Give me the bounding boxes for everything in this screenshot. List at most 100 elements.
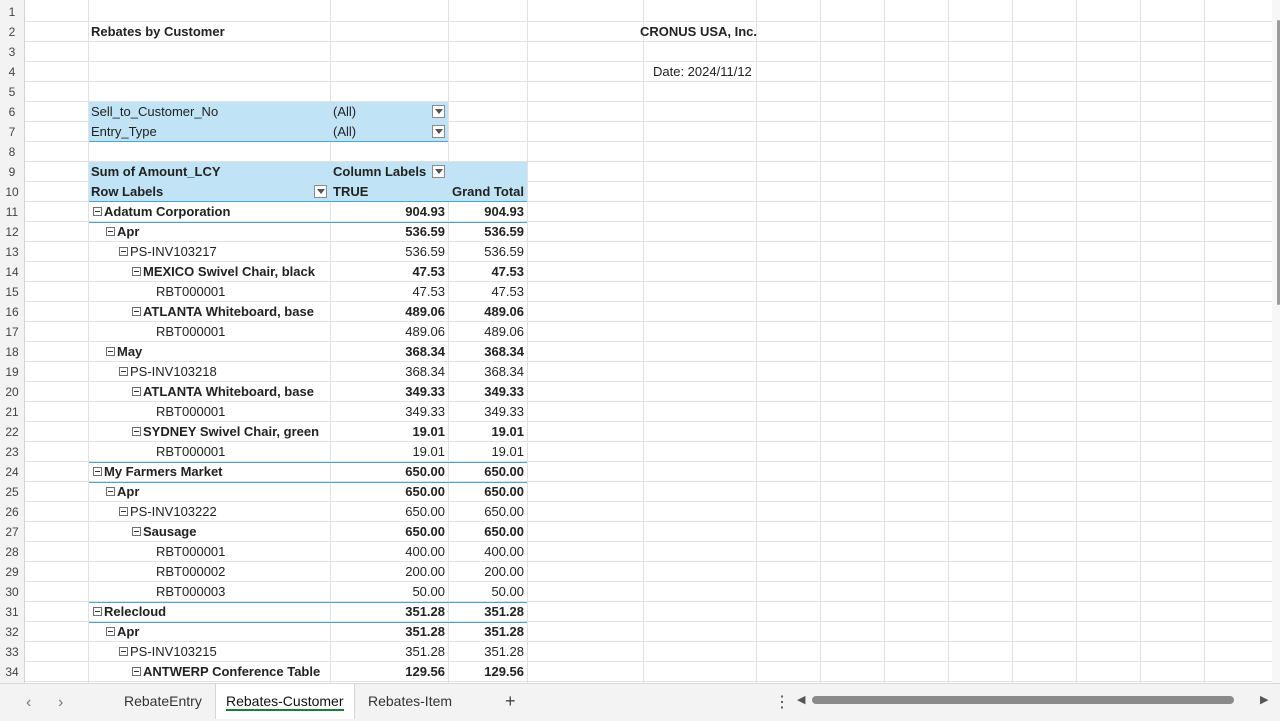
row-number[interactable]: 24	[0, 462, 24, 482]
collapse-icon[interactable]	[132, 527, 141, 537]
row-number[interactable]: 34	[0, 662, 24, 682]
column-header-true[interactable]: TRUE	[333, 182, 368, 202]
pivot-row-label[interactable]: Apr	[106, 222, 139, 242]
column-labels[interactable]: Column Labels	[333, 162, 426, 182]
spreadsheet-grid[interactable]: 1 2 3 4 5 6 7 8 9 10 11 12 13 14 15 16 17 18 19 20 21 22 23 24 2…	[0, 0, 1272, 683]
scroll-left-icon[interactable]: ◀	[797, 693, 805, 706]
pivot-row-label[interactable]: SYDNEY Swivel Chair, green	[132, 422, 319, 442]
pivot-value-grand-total[interactable]: 351.28	[449, 622, 524, 642]
pivot-row-label[interactable]: My Farmers Market	[93, 462, 223, 482]
pivot-value-true[interactable]: 400.00	[331, 542, 445, 562]
pivot-row-label[interactable]: RBT000001	[156, 402, 225, 422]
row-number[interactable]: 10	[0, 182, 24, 202]
row-number[interactable]: 31	[0, 602, 24, 622]
pivot-value-grand-total[interactable]: 349.33	[449, 382, 524, 402]
more-options-icon[interactable]: ⋮	[774, 692, 790, 712]
pivot-value-grand-total[interactable]: 904.93	[449, 202, 524, 222]
company-name[interactable]: CRONUS USA, Inc.	[640, 22, 757, 42]
pivot-value-true[interactable]: 650.00	[331, 522, 445, 542]
row-number[interactable]: 26	[0, 502, 24, 522]
pivot-row-label[interactable]: PS-INV103218	[119, 362, 217, 382]
pivot-row-label[interactable]: MEXICO Swivel Chair, black	[132, 262, 315, 282]
pivot-value-true[interactable]: 904.93	[331, 202, 445, 222]
horizontal-scroll-thumb[interactable]	[812, 696, 1234, 704]
filter-field-entry-type[interactable]: Entry_Type	[91, 122, 157, 142]
collapse-icon[interactable]	[132, 307, 141, 317]
pivot-row-label[interactable]: Apr	[106, 622, 139, 642]
pivot-value-grand-total[interactable]: 19.01	[449, 442, 524, 462]
pivot-row-label[interactable]: RBT000001	[156, 542, 225, 562]
pivot-value-true[interactable]: 47.53	[331, 282, 445, 302]
pivot-value-grand-total[interactable]: 650.00	[449, 522, 524, 542]
row-number[interactable]: 32	[0, 622, 24, 642]
pivot-value-grand-total[interactable]: 349.33	[449, 402, 524, 422]
filter-dropdown-entry-type[interactable]	[432, 125, 445, 138]
row-number[interactable]: 14	[0, 262, 24, 282]
pivot-value-true[interactable]: 50.00	[331, 582, 445, 602]
row-number[interactable]: 17	[0, 322, 24, 342]
pivot-value-grand-total[interactable]: 47.53	[449, 262, 524, 282]
pivot-value-true[interactable]: 349.33	[331, 402, 445, 422]
pivot-value-true[interactable]: 536.59	[331, 222, 445, 242]
pivot-row-label[interactable]: May	[106, 342, 142, 362]
pivot-value-grand-total[interactable]: 47.53	[449, 282, 524, 302]
collapse-icon[interactable]	[132, 427, 141, 437]
row-number[interactable]: 4	[0, 62, 24, 82]
pivot-value-true[interactable]: 200.00	[331, 562, 445, 582]
pivot-value-grand-total[interactable]: 536.59	[449, 242, 524, 262]
row-number[interactable]: 5	[0, 82, 24, 102]
pivot-value-true[interactable]: 351.28	[331, 622, 445, 642]
scroll-right-icon[interactable]: ▶	[1260, 693, 1268, 706]
row-number[interactable]: 15	[0, 282, 24, 302]
row-number[interactable]: 25	[0, 482, 24, 502]
collapse-icon[interactable]	[106, 487, 115, 497]
collapse-icon[interactable]	[132, 667, 141, 677]
collapse-icon[interactable]	[119, 247, 128, 257]
row-number[interactable]: 12	[0, 222, 24, 242]
pivot-row-label[interactable]: RBT000002	[156, 562, 225, 582]
collapse-icon[interactable]	[106, 347, 115, 357]
row-number[interactable]: 18	[0, 342, 24, 362]
values-label[interactable]: Sum of Amount_LCY	[91, 162, 221, 182]
pivot-value-grand-total[interactable]: 368.34	[449, 342, 524, 362]
pivot-row-label[interactable]: Sausage	[132, 522, 196, 542]
column-labels-dropdown[interactable]	[432, 165, 445, 178]
pivot-row-label[interactable]: Apr	[106, 482, 139, 502]
next-sheet-icon[interactable]: ›	[58, 694, 63, 712]
row-labels[interactable]: Row Labels	[91, 182, 163, 202]
pivot-row-label[interactable]: ATLANTA Whiteboard, base	[132, 382, 314, 402]
pivot-value-grand-total[interactable]: 650.00	[449, 482, 524, 502]
row-number[interactable]: 13	[0, 242, 24, 262]
sheet-tab-1[interactable]: RebateEntry	[114, 684, 212, 719]
pivot-value-true[interactable]: 349.33	[331, 382, 445, 402]
row-number[interactable]: 23	[0, 442, 24, 462]
pivot-value-grand-total[interactable]: 19.01	[449, 422, 524, 442]
pivot-value-true[interactable]: 489.06	[331, 322, 445, 342]
pivot-value-true[interactable]: 536.59	[331, 242, 445, 262]
pivot-row-label[interactable]: Relecloud	[93, 602, 166, 622]
row-labels-dropdown[interactable]	[314, 185, 327, 198]
pivot-value-grand-total[interactable]: 200.00	[449, 562, 524, 582]
pivot-value-true[interactable]: 351.28	[331, 642, 445, 662]
filter-value-entry-type[interactable]: (All)	[333, 122, 356, 142]
pivot-value-grand-total[interactable]: 368.34	[449, 362, 524, 382]
pivot-value-true[interactable]: 19.01	[331, 442, 445, 462]
pivot-value-grand-total[interactable]: 489.06	[449, 302, 524, 322]
row-number[interactable]: 1	[0, 2, 24, 22]
pivot-value-true[interactable]: 368.34	[331, 362, 445, 382]
filter-value-customer[interactable]: (All)	[333, 102, 356, 122]
collapse-icon[interactable]	[119, 367, 128, 377]
pivot-row-label[interactable]: PS-INV103222	[119, 502, 217, 522]
row-number[interactable]: 3	[0, 42, 24, 62]
pivot-value-true[interactable]: 351.28	[331, 602, 445, 622]
pivot-value-grand-total[interactable]: 129.56	[449, 662, 524, 682]
pivot-value-true[interactable]: 19.01	[331, 422, 445, 442]
row-number[interactable]: 29	[0, 562, 24, 582]
row-number[interactable]: 27	[0, 522, 24, 542]
sheet-tab-2[interactable]: Rebates-Customer	[215, 684, 355, 719]
row-number[interactable]: 28	[0, 542, 24, 562]
row-number[interactable]: 6	[0, 102, 24, 122]
report-date[interactable]: Date: 2024/11/12	[653, 62, 752, 82]
pivot-value-true[interactable]: 489.06	[331, 302, 445, 322]
pivot-value-grand-total[interactable]: 536.59	[449, 222, 524, 242]
